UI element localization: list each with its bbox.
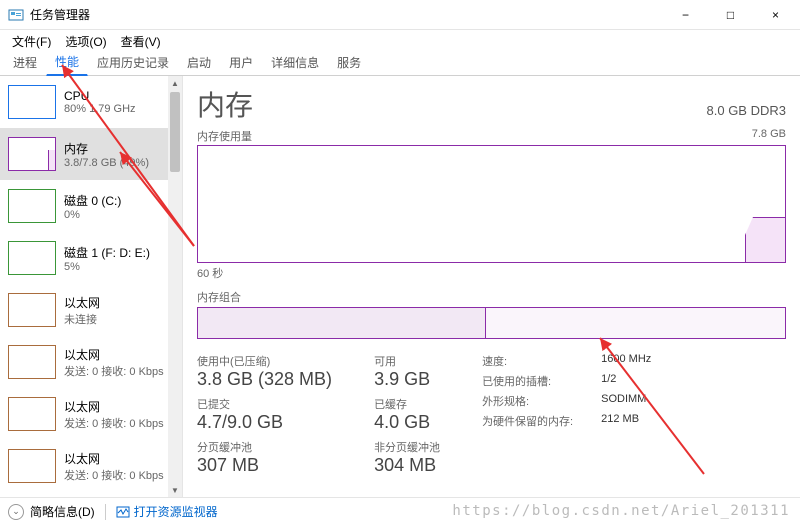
stat-value-slots: 1/2: [601, 373, 651, 389]
close-button[interactable]: ×: [753, 1, 798, 29]
stat-value-in-use: 3.8 GB (328 MB): [197, 369, 332, 390]
sidebar-item-disk0[interactable]: 磁盘 0 (C:) 0%: [0, 180, 182, 232]
stat-label-committed: 已提交: [197, 396, 332, 412]
sidebar-item-cpu[interactable]: CPU 80% 1.79 GHz: [0, 76, 182, 128]
stats-col-3: 速度: 1600 MHz 已使用的插槽: 1/2 外形规格: SODIMM 为硬…: [482, 353, 651, 482]
resmon-icon: [116, 505, 130, 519]
sidebar-item-ethernet-0[interactable]: 以太网 未连接: [0, 284, 182, 336]
sidebar-item-label: CPU: [64, 89, 174, 103]
stat-label-slots: 已使用的插槽:: [482, 373, 573, 389]
tab-processes[interactable]: 进程: [4, 49, 46, 75]
sidebar-item-label: 内存: [64, 140, 174, 157]
sidebar-item-ethernet-3[interactable]: 以太网 发送: 0 接收: 0 Kbps: [0, 440, 182, 492]
scroll-up-icon[interactable]: ▲: [168, 76, 182, 90]
sidebar: CPU 80% 1.79 GHz 内存 3.8/7.8 GB (49%) 磁盘 …: [0, 76, 183, 497]
sidebar-item-label: 以太网: [64, 398, 174, 415]
ethernet-thumbnail: [8, 449, 56, 483]
fewer-details-label[interactable]: 简略信息(D): [30, 503, 95, 520]
app-icon: [8, 7, 24, 23]
tab-services[interactable]: 服务: [328, 49, 370, 75]
memory-composition-chart: [197, 307, 786, 339]
stat-value-committed: 4.7/9.0 GB: [197, 412, 332, 433]
memory-usage-chart: [197, 145, 786, 263]
stat-value-available: 3.9 GB: [374, 369, 440, 390]
stat-label-paged: 分页缓冲池: [197, 439, 332, 455]
footer-separator: [105, 504, 106, 520]
tab-app-history[interactable]: 应用历史记录: [88, 49, 178, 75]
memory-capacity: 8.0 GB DDR3: [707, 103, 786, 118]
scroll-down-icon[interactable]: ▼: [168, 483, 182, 497]
page-title: 内存: [197, 84, 253, 124]
sidebar-item-label: 以太网: [64, 346, 174, 363]
footer-bar: ⌄ 简略信息(D) 打开资源监视器: [0, 497, 800, 525]
usage-chart-max: 7.8 GB: [752, 128, 786, 144]
sidebar-item-sub: 发送: 0 接收: 0 Kbps: [64, 415, 174, 431]
sidebar-item-ethernet-2[interactable]: 以太网 发送: 0 接收: 0 Kbps: [0, 388, 182, 440]
fewer-details-toggle[interactable]: ⌄: [8, 504, 24, 520]
main-panel: 内存 8.0 GB DDR3 内存使用量 7.8 GB 60 秒 内存组合 使用…: [183, 76, 800, 497]
window-controls: − □ ×: [663, 1, 798, 29]
sidebar-item-ethernet-1[interactable]: 以太网 发送: 0 接收: 0 Kbps: [0, 336, 182, 388]
stat-label-available: 可用: [374, 353, 440, 369]
content-area: CPU 80% 1.79 GHz 内存 3.8/7.8 GB (49%) 磁盘 …: [0, 76, 800, 497]
usage-chart-label: 内存使用量: [197, 128, 252, 144]
sidebar-item-label: 以太网: [64, 294, 174, 311]
sidebar-item-sub: 0%: [64, 209, 174, 221]
cpu-thumbnail: [8, 85, 56, 119]
tab-bar: 进程 性能 应用历史记录 启动 用户 详细信息 服务: [0, 52, 800, 76]
sidebar-item-memory[interactable]: 内存 3.8/7.8 GB (49%): [0, 128, 182, 180]
chart-timeline-label: 60 秒: [197, 265, 786, 281]
tab-performance[interactable]: 性能: [46, 48, 88, 76]
stats-col-1: 使用中(已压缩) 3.8 GB (328 MB) 已提交 4.7/9.0 GB …: [197, 353, 332, 482]
composition-chart-label: 内存组合: [197, 289, 786, 305]
sidebar-item-sub: 发送: 0 接收: 0 Kbps: [64, 363, 174, 379]
disk-thumbnail: [8, 241, 56, 275]
stat-label-cached: 已缓存: [374, 396, 440, 412]
memory-thumbnail: [8, 137, 56, 171]
stat-label-in-use: 使用中(已压缩): [197, 353, 332, 369]
stat-label-speed: 速度:: [482, 353, 573, 369]
resmon-label: 打开资源监视器: [134, 503, 218, 520]
stats-area: 使用中(已压缩) 3.8 GB (328 MB) 已提交 4.7/9.0 GB …: [197, 353, 786, 482]
title-bar: 任务管理器 − □ ×: [0, 0, 800, 30]
minimize-button[interactable]: −: [663, 1, 708, 29]
tab-startup[interactable]: 启动: [178, 49, 220, 75]
stat-value-cached: 4.0 GB: [374, 412, 440, 433]
sidebar-item-sub: 80% 1.79 GHz: [64, 103, 174, 115]
sidebar-scrollbar[interactable]: ▲ ▼: [168, 76, 182, 497]
tab-users[interactable]: 用户: [220, 49, 262, 75]
sidebar-item-label: 以太网: [64, 450, 174, 467]
open-resmon-link[interactable]: 打开资源监视器: [116, 503, 218, 520]
ethernet-thumbnail: [8, 293, 56, 327]
stat-label-reserved: 为硬件保留的内存:: [482, 413, 573, 429]
ethernet-thumbnail: [8, 345, 56, 379]
sidebar-item-disk1[interactable]: 磁盘 1 (F: D: E:) 5%: [0, 232, 182, 284]
stat-value-form: SODIMM: [601, 393, 651, 409]
stat-value-speed: 1600 MHz: [601, 353, 651, 369]
stat-label-form: 外形规格:: [482, 393, 573, 409]
sidebar-item-sub: 发送: 0 接收: 0 Kbps: [64, 467, 174, 483]
sidebar-item-label: 磁盘 1 (F: D: E:): [64, 244, 174, 261]
stat-value-reserved: 212 MB: [601, 413, 651, 429]
stat-label-nonpaged: 非分页缓冲池: [374, 439, 440, 455]
window-title: 任务管理器: [30, 6, 663, 23]
tab-details[interactable]: 详细信息: [262, 49, 328, 75]
sidebar-item-sub: 未连接: [64, 311, 174, 327]
scrollbar-thumb[interactable]: [170, 92, 180, 172]
sidebar-item-label: 磁盘 0 (C:): [64, 192, 174, 209]
stat-value-paged: 307 MB: [197, 455, 332, 476]
sidebar-item-sub: 5%: [64, 261, 174, 273]
ethernet-thumbnail: [8, 397, 56, 431]
maximize-button[interactable]: □: [708, 1, 753, 29]
stats-col-2: 可用 3.9 GB 已缓存 4.0 GB 非分页缓冲池 304 MB: [374, 353, 440, 482]
sidebar-item-sub: 3.8/7.8 GB (49%): [64, 157, 174, 169]
disk-thumbnail: [8, 189, 56, 223]
stat-value-nonpaged: 304 MB: [374, 455, 440, 476]
